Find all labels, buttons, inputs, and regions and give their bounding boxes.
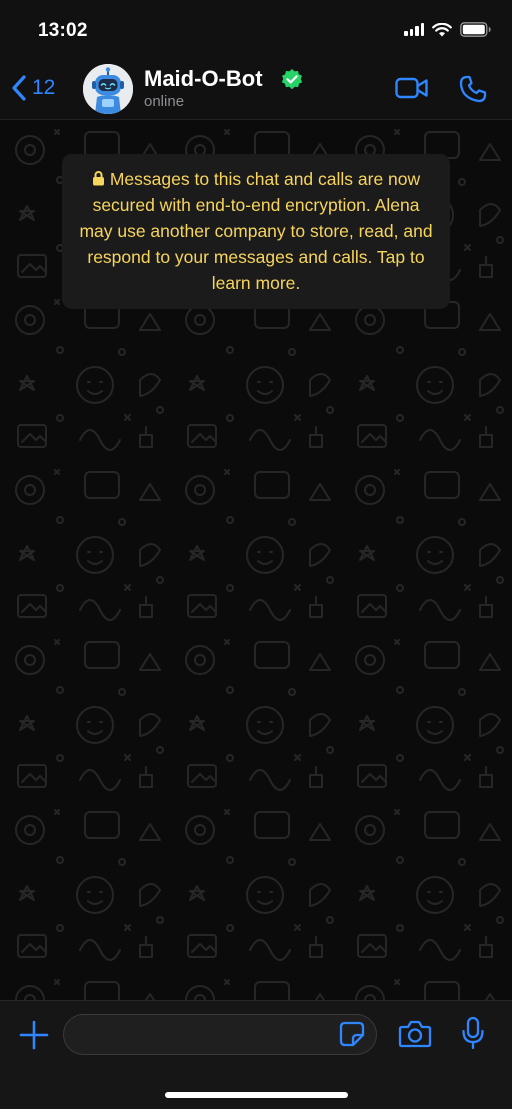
- back-button[interactable]: 12: [10, 72, 55, 104]
- verified-badge-icon: [281, 69, 303, 90]
- avatar[interactable]: [83, 64, 133, 114]
- contact-name[interactable]: Maid-O-Bot: [144, 66, 263, 92]
- video-call-button[interactable]: [395, 76, 429, 100]
- camera-button[interactable]: [398, 1019, 432, 1049]
- status-time: 13:02: [38, 20, 88, 41]
- wifi-icon: [432, 22, 452, 36]
- robot-avatar-icon: [83, 64, 133, 114]
- voice-call-button[interactable]: [458, 74, 488, 104]
- status-bar: 13:02: [0, 0, 512, 62]
- battery-icon: [460, 22, 491, 37]
- encryption-notice[interactable]: Messages to this chat and calls are now …: [62, 154, 450, 309]
- contact-status: online: [144, 93, 185, 110]
- unread-count: 12: [32, 76, 56, 99]
- attach-plus-button[interactable]: [18, 1019, 50, 1051]
- microphone-button[interactable]: [461, 1016, 485, 1050]
- chat-area[interactable]: Messages to this chat and calls are now …: [0, 120, 512, 1000]
- chat-header: 12 Maid-O-Bot online: [0, 62, 512, 120]
- status-icons: [404, 22, 492, 37]
- cellular-signal-icon: [404, 23, 424, 36]
- encryption-notice-text: Messages to this chat and calls are now …: [79, 169, 433, 293]
- message-input-bar: [0, 1000, 512, 1109]
- home-indicator: [165, 1092, 348, 1098]
- chevron-left-icon: [12, 75, 26, 101]
- sticker-button[interactable]: [339, 1021, 365, 1047]
- message-input[interactable]: [63, 1014, 377, 1055]
- lock-icon: [92, 171, 104, 186]
